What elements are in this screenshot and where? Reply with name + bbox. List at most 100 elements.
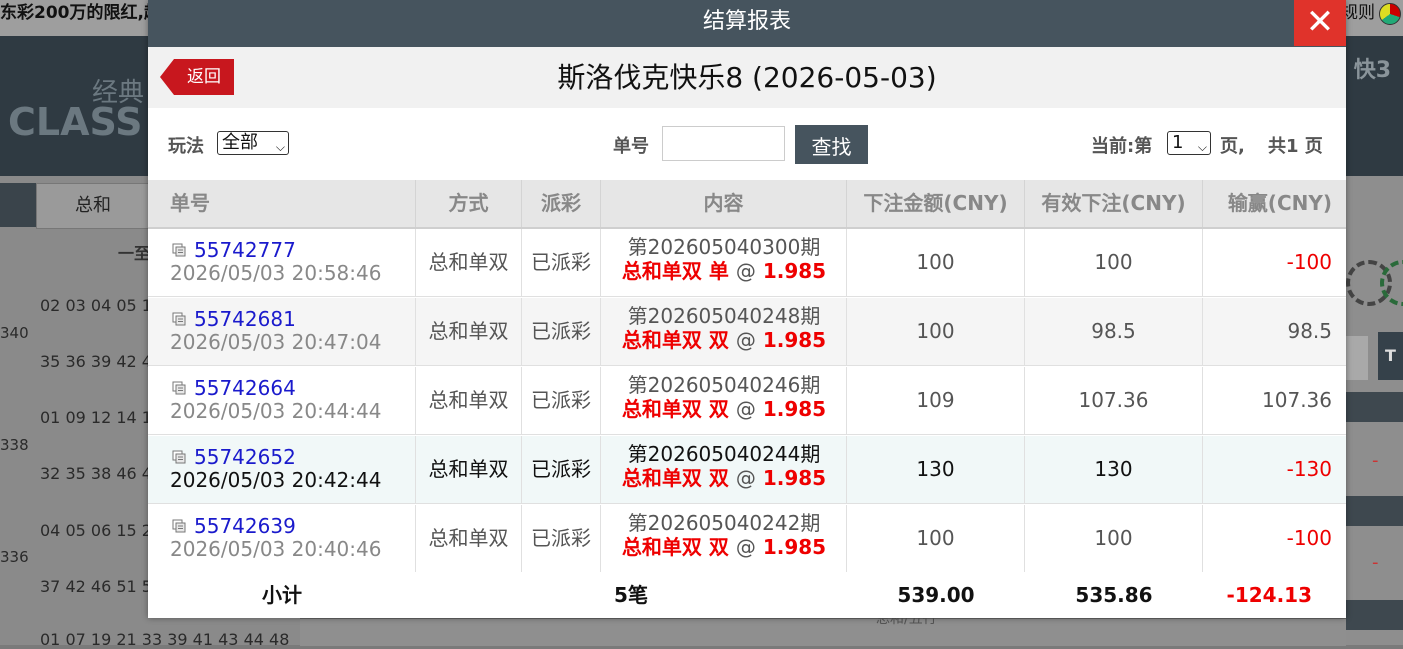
right-panel-bar (1346, 600, 1403, 630)
summary-valid: 535.86 (1075, 583, 1153, 607)
right-minus: - (1372, 552, 1379, 573)
close-button[interactable]: ✕ (1294, 0, 1346, 46)
side-number: 340 (0, 324, 29, 342)
bet-odds: 1.985 (762, 397, 827, 421)
order-cell: 55742681 2026/05/03 20:47:04 (148, 298, 416, 366)
search-button[interactable]: 查找 (795, 125, 868, 164)
order-number-link[interactable]: 55742639 (194, 514, 296, 538)
bet-odds: 1.985 (762, 328, 827, 352)
close-icon: ✕ (1305, 2, 1335, 42)
content-cell: 第202605040242期 总和单双 双 @ 1.985 (601, 505, 847, 573)
table-row: 55742777 2026/05/03 20:58:46 总和单双 已派彩 第20260… (148, 229, 1346, 297)
order-number-link[interactable]: 55742681 (194, 307, 296, 331)
at-symbol: @ (735, 259, 756, 283)
order-cell: 55742639 2026/05/03 20:40:46 (148, 505, 416, 573)
right-panel-bar (1346, 496, 1403, 526)
side-number: 338 (0, 436, 29, 454)
side-number: 336 (0, 548, 29, 566)
copy-icon[interactable] (172, 243, 186, 257)
valid-cell: 130 (1025, 436, 1203, 504)
copy-icon[interactable] (172, 519, 186, 533)
winloss-cell: -100 (1286, 250, 1332, 274)
draw-numbers: 04 05 06 15 2 (40, 521, 152, 540)
bet-text: 总和单双 双 @ 1.985 (601, 397, 847, 421)
col-valid-bet: 有效下注(CNY) (1025, 180, 1203, 227)
order-time: 2026/05/03 20:47:04 (170, 330, 382, 354)
rules-link[interactable]: 规则 (1341, 0, 1375, 26)
results-header-total: 总和 (36, 183, 150, 229)
chevron-down-icon: ⌵ (1197, 140, 1207, 154)
site-logo: CLASS (8, 100, 143, 144)
method-cell: 总和单双 (416, 505, 522, 573)
amount-cell: 100 (847, 298, 1025, 366)
right-panel-bar (1346, 392, 1403, 422)
play-select[interactable]: 全部 ⌵ (217, 131, 289, 155)
bet-text: 总和单双 单 @ 1.985 (601, 259, 847, 283)
period-text: 第202605040242期 (627, 511, 821, 535)
order-number-link[interactable]: 55742652 (194, 445, 296, 469)
chevron-down-icon: ⌵ (275, 140, 285, 154)
play-label: 玩法 (168, 136, 204, 157)
content-cell: 第202605040244期 总和单双 双 @ 1.985 (601, 436, 847, 504)
period-text: 第202605040300期 (627, 235, 821, 259)
draw-numbers: 37 42 46 51 5 (40, 577, 152, 596)
method-cell: 总和单双 (416, 298, 522, 366)
back-button-label: 返回 (174, 59, 234, 95)
amount-cell: 130 (847, 436, 1025, 504)
page-suffix: 页, (1220, 136, 1245, 157)
back-button[interactable]: 返回 (160, 59, 234, 95)
status-cell: 已派彩 (522, 436, 601, 504)
order-time: 2026/05/03 20:42:44 (170, 468, 382, 492)
col-content: 内容 (601, 180, 847, 227)
at-symbol: @ (735, 535, 756, 559)
col-bet-amount: 下注金额(CNY) (847, 180, 1025, 227)
summary-count: 5笔 (614, 583, 648, 607)
ticker-text: 东彩200万的限红,超 (0, 3, 161, 23)
bet-odds: 1.985 (762, 259, 827, 283)
status-cell: 已派彩 (522, 505, 601, 573)
period-text: 第202605040248期 (627, 304, 821, 328)
content-cell: 第202605040300期 总和单双 单 @ 1.985 (601, 229, 847, 297)
status-cell: 已派彩 (522, 367, 601, 435)
settlement-report-modal: 结算报表 ✕ 斯洛伐克快乐8 (2026-05-03) 返回 玩法 全部 ⌵ 单… (148, 0, 1346, 618)
submit-button-bg[interactable]: T (1378, 332, 1403, 380)
page-select[interactable]: 1 ⌵ (1167, 131, 1211, 155)
modal-title: 结算报表 (148, 0, 1346, 47)
bet-odds: 1.985 (762, 466, 827, 490)
status-cell: 已派彩 (522, 298, 601, 366)
draw-numbers: 32 35 38 46 4 (40, 464, 152, 483)
copy-icon[interactable] (172, 450, 186, 464)
bottom-row-bg (300, 618, 1346, 646)
period-text: 第202605040246期 (627, 373, 821, 397)
table-row: 55742681 2026/05/03 20:47:04 总和单双 已派彩 第20260… (148, 298, 1346, 366)
right-minus: - (1372, 450, 1379, 471)
winloss-cell: 107.36 (1262, 388, 1332, 412)
copy-icon[interactable] (172, 381, 186, 395)
period-text: 第202605040244期 (627, 442, 821, 466)
col-method: 方式 (416, 180, 522, 227)
table-header: 单号 方式 派彩 内容 下注金额(CNY) 有效下注(CNY) 输赢(CNY) (148, 180, 1346, 229)
amount-input-bg[interactable] (1346, 336, 1368, 380)
order-number-link[interactable]: 55742664 (194, 376, 296, 400)
winloss-cell: 98.5 (1287, 319, 1332, 343)
filter-bar: 玩法 全部 ⌵ 单号 查找 当前:第 1 ⌵ 页, 共1 页 (148, 108, 1346, 180)
method-cell: 总和单双 (416, 436, 522, 504)
draw-numbers: 01 09 12 14 1 (40, 408, 152, 427)
at-symbol: @ (735, 328, 756, 352)
copy-icon[interactable] (172, 312, 186, 326)
draw-numbers: 02 03 04 05 1 (40, 296, 152, 315)
order-number-link[interactable]: 55742777 (194, 238, 296, 262)
results-subheader: 一至 (118, 244, 151, 263)
summary-winloss: -124.13 (1226, 583, 1312, 607)
order-cell: 55742652 2026/05/03 20:42:44 (148, 436, 416, 504)
order-input[interactable] (662, 126, 785, 161)
summary-row: 小计 5笔 539.00 535.86 -124.13 (148, 572, 1346, 618)
bet-text: 总和单双 双 @ 1.985 (601, 328, 847, 352)
nav-item-k3[interactable]: 快3 (1354, 52, 1391, 84)
table-row: 55742639 2026/05/03 20:40:46 总和单双 已派彩 第20260… (148, 505, 1346, 573)
at-symbol: @ (735, 466, 756, 490)
total-pages: 共1 页 (1268, 136, 1323, 157)
summary-amount: 539.00 (897, 583, 975, 607)
at-symbol: @ (735, 397, 756, 421)
table-row: 55742664 2026/05/03 20:44:44 总和单双 已派彩 第20260… (148, 367, 1346, 435)
